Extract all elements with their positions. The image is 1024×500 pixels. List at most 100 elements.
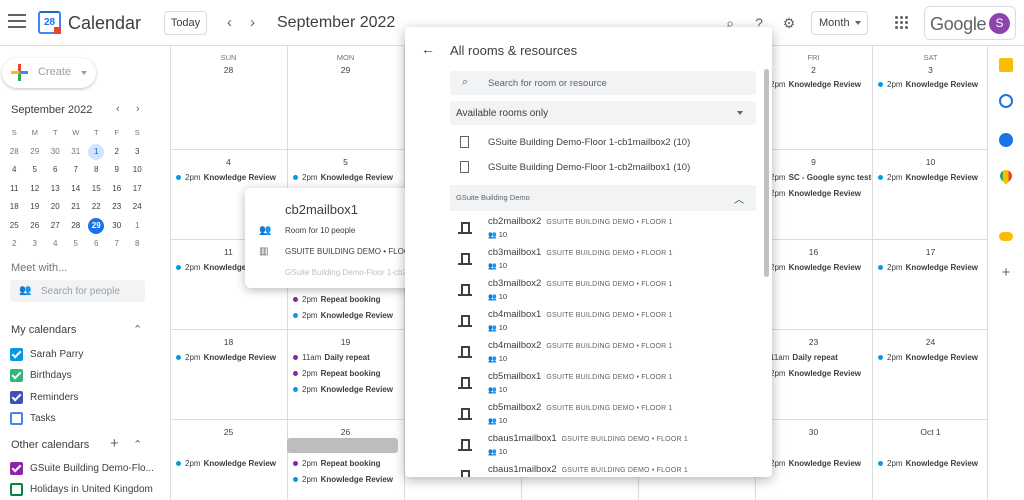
calendar-event[interactable]: 11am Daily repeat: [761, 353, 838, 362]
mini-day[interactable]: 11: [4, 180, 25, 199]
calendar-event[interactable]: 2pm Knowledge Review: [878, 353, 978, 362]
mini-day[interactable]: 29: [86, 217, 107, 236]
calendar-event[interactable]: 2pm Knowledge Review: [176, 459, 276, 468]
mini-day[interactable]: 17: [127, 180, 148, 199]
calendar-item[interactable]: Birthdays: [10, 369, 72, 383]
mini-day[interactable]: 23: [107, 198, 128, 217]
day-number[interactable]: 26: [287, 427, 404, 437]
calendar-event[interactable]: 2pm Knowledge Review: [176, 353, 276, 362]
mini-day[interactable]: 14: [66, 180, 87, 199]
calendar-checkbox[interactable]: [10, 369, 23, 382]
contacts-icon[interactable]: [999, 133, 1013, 147]
account-avatar[interactable]: S: [989, 13, 1010, 34]
mini-day[interactable]: 29: [25, 143, 46, 162]
calendar-event[interactable]: 2pm Knowledge Review: [761, 189, 861, 198]
today-button[interactable]: Today: [164, 11, 207, 35]
mini-day[interactable]: 25: [4, 217, 25, 236]
calendar-event[interactable]: 2pm Knowledge Review: [176, 173, 276, 182]
mini-day[interactable]: 31: [66, 143, 87, 162]
room-group-header[interactable]: GSuite Building Demo ︿: [450, 185, 756, 211]
my-calendars-title[interactable]: My calendars: [11, 324, 76, 336]
cloud-addon-icon[interactable]: [999, 232, 1013, 241]
room-row[interactable]: cb4mailbox2 GSUITE BUILDING DEMO • FLOOR …: [450, 339, 756, 369]
mini-day[interactable]: 4: [45, 235, 66, 254]
calendar-event[interactable]: 2pm Knowledge Review: [293, 173, 393, 182]
day-number[interactable]: 24: [872, 337, 989, 347]
day-number[interactable]: 16: [755, 247, 872, 257]
mini-day[interactable]: 7: [107, 235, 128, 254]
calendar-event[interactable]: 2pm Knowledge Review: [878, 263, 978, 272]
chevron-up-icon[interactable]: ⌃: [133, 438, 142, 451]
mini-day[interactable]: 24: [127, 198, 148, 217]
event-placeholder-bar[interactable]: [287, 438, 398, 453]
room-search-input[interactable]: [488, 75, 738, 91]
calendar-item[interactable]: Sarah Parry: [10, 347, 83, 361]
calendar-checkbox[interactable]: [10, 412, 23, 425]
mini-day[interactable]: 9: [107, 161, 128, 180]
mini-day[interactable]: 5: [25, 161, 46, 180]
add-addon-plus-icon[interactable]: +: [999, 265, 1013, 280]
mini-day[interactable]: 20: [45, 198, 66, 217]
mini-day[interactable]: 6: [86, 235, 107, 254]
calendar-event[interactable]: 2pm Knowledge Review: [761, 369, 861, 378]
add-calendar-plus-icon[interactable]: +: [110, 435, 119, 452]
mini-day[interactable]: 8: [127, 235, 148, 254]
search-people-input[interactable]: 👥 Search for people: [10, 280, 145, 302]
mini-day[interactable]: 30: [107, 217, 128, 236]
mini-day[interactable]: 15: [86, 180, 107, 199]
calendar-item[interactable]: Holidays in United Kingdom: [10, 483, 153, 497]
calendar-logo-icon[interactable]: 28: [38, 11, 61, 34]
mini-day[interactable]: 3: [127, 143, 148, 162]
mini-day[interactable]: 10: [127, 161, 148, 180]
calendar-item[interactable]: GSuite Building Demo-Flo...: [10, 461, 154, 475]
calendar-event[interactable]: 2pm Repeat booking: [293, 295, 381, 304]
mini-day[interactable]: 21: [66, 198, 87, 217]
mini-day[interactable]: 5: [66, 235, 87, 254]
calendar-checkbox[interactable]: [10, 347, 23, 361]
calendar-item[interactable]: Reminders: [10, 390, 78, 404]
calendar-event[interactable]: 2pm Knowledge Review: [293, 311, 393, 320]
mini-day[interactable]: 28: [4, 143, 25, 162]
calendar-event[interactable]: 2pm Knowledge Review: [761, 80, 861, 89]
mini-day[interactable]: 1: [127, 217, 148, 236]
mini-day[interactable]: 27: [45, 217, 66, 236]
day-number[interactable]: 9: [755, 157, 872, 167]
day-number[interactable]: 18: [170, 337, 287, 347]
calendar-event[interactable]: 2pm Repeat booking: [293, 369, 381, 378]
room-row[interactable]: cbaus1mailbox2 GSUITE BUILDING DEMO • FLO…: [450, 463, 756, 477]
calendar-event[interactable]: 11am Daily repeat: [293, 353, 370, 362]
mini-day[interactable]: 28: [66, 217, 87, 236]
mini-day[interactable]: 30: [45, 143, 66, 162]
day-number[interactable]: 5: [287, 157, 404, 167]
day-number[interactable]: 30: [755, 427, 872, 437]
create-button[interactable]: Create: [2, 58, 96, 88]
calendar-event[interactable]: 2pm Knowledge Review: [293, 385, 393, 394]
day-number[interactable]: 29: [287, 65, 404, 75]
calendar-checkbox[interactable]: [10, 483, 23, 496]
calendar-event[interactable]: 2pm Knowledge Review: [761, 263, 861, 272]
day-number[interactable]: 23: [755, 337, 872, 347]
room-search-box[interactable]: ⌕: [450, 71, 756, 95]
maps-icon[interactable]: [997, 167, 1015, 185]
availability-filter-select[interactable]: Available rooms only: [450, 101, 756, 125]
mini-prev-chevron-icon[interactable]: ‹: [116, 103, 120, 115]
other-calendars-title[interactable]: Other calendars: [11, 439, 89, 451]
mini-day[interactable]: 2: [4, 235, 25, 254]
calendar-checkbox[interactable]: [10, 390, 23, 404]
mini-day[interactable]: 1: [86, 143, 107, 162]
day-number[interactable]: 17: [872, 247, 989, 257]
back-arrow-icon[interactable]: ←: [421, 41, 435, 57]
mini-day[interactable]: 8: [86, 161, 107, 180]
day-number[interactable]: 25: [170, 427, 287, 437]
previous-month-chevron-left-icon[interactable]: ‹: [227, 14, 232, 31]
mini-day[interactable]: 6: [45, 161, 66, 180]
day-number[interactable]: 19: [287, 337, 404, 347]
google-apps-grid-icon[interactable]: [895, 16, 908, 29]
room-row[interactable]: cb3mailbox2 GSUITE BUILDING DEMO • FLOOR …: [450, 277, 756, 307]
mini-day[interactable]: 2: [107, 143, 128, 162]
calendar-event[interactable]: 2pm Knowledge Review: [293, 475, 393, 484]
room-row[interactable]: cb5mailbox2 GSUITE BUILDING DEMO • FLOOR …: [450, 401, 756, 431]
mini-next-chevron-icon[interactable]: ›: [136, 103, 140, 115]
panel-scrollbar[interactable]: [764, 69, 769, 277]
mini-day[interactable]: 26: [25, 217, 46, 236]
